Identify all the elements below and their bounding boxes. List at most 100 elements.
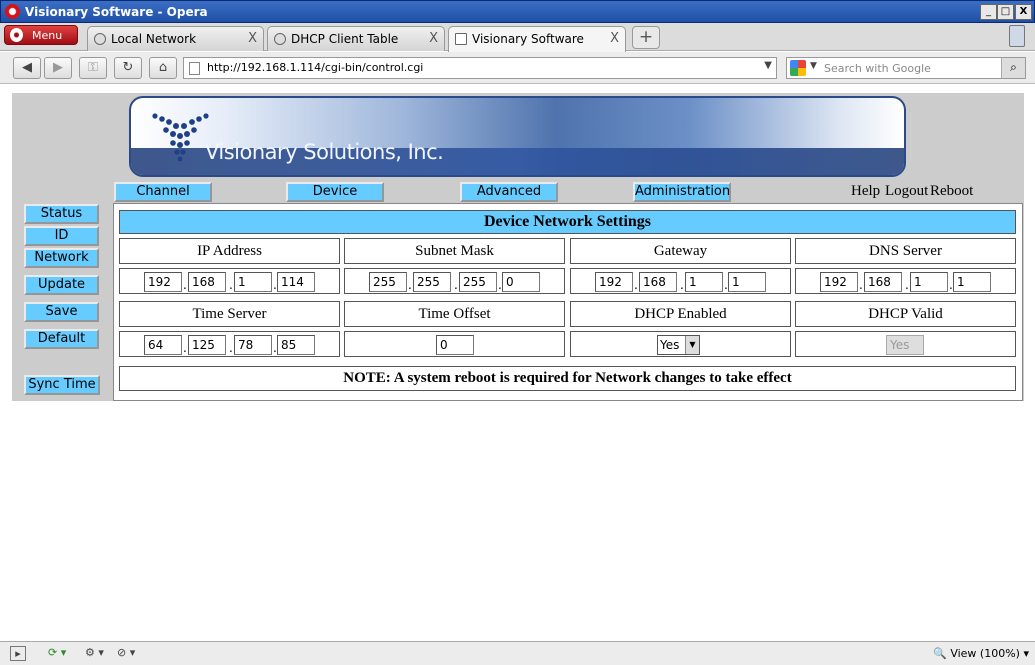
subnet-octet-3[interactable]: 255 bbox=[459, 272, 497, 292]
tab-bar: Menu Local Network X DHCP Client Table X… bbox=[0, 23, 1035, 52]
dhcp-valid-input: Yes bbox=[886, 335, 924, 355]
url-text[interactable]: http://192.168.1.114/cgi-bin/control.cgi bbox=[207, 61, 423, 74]
save-button[interactable]: Save bbox=[24, 302, 99, 322]
reboot-link[interactable]: Reboot bbox=[930, 183, 973, 200]
dns-octet-2[interactable]: 168 bbox=[864, 272, 902, 292]
gateway-label: Gateway bbox=[570, 238, 791, 264]
company-name: Visionary Solutions, Inc. bbox=[205, 140, 444, 164]
company-banner: Visionary Solutions, Inc. bbox=[129, 96, 906, 177]
tab-label: Visionary Software bbox=[472, 32, 584, 46]
dns-server-label: DNS Server bbox=[795, 238, 1016, 264]
maximize-button[interactable]: □ bbox=[997, 4, 1014, 20]
nav-tab-channel[interactable]: Channel bbox=[114, 182, 212, 202]
browser-toolbar: ◀ ▶ ⚿ ↻ ⌂ http://192.168.1.114/cgi-bin/c… bbox=[0, 52, 1035, 84]
nav-tab-advanced[interactable]: Advanced bbox=[460, 182, 558, 202]
close-window-button[interactable]: X bbox=[1015, 4, 1032, 20]
ip-address-field: 192 . 168 . 1 . 114 bbox=[119, 268, 340, 294]
google-icon[interactable] bbox=[790, 60, 806, 76]
dns-server-field: 192 . 168 . 1 . 1 bbox=[795, 268, 1016, 294]
gateway-field: 192 . 168 . 1 . 1 bbox=[570, 268, 791, 294]
close-tab-icon[interactable]: X bbox=[248, 31, 257, 46]
ip-address-label: IP Address bbox=[119, 238, 340, 264]
logout-link[interactable]: Logout bbox=[885, 183, 928, 200]
octet-separator: . bbox=[680, 278, 684, 292]
time-server-octet-4[interactable]: 85 bbox=[277, 335, 315, 355]
gateway-octet-4[interactable]: 1 bbox=[728, 272, 766, 292]
window-title: Visionary Software - Opera bbox=[25, 5, 208, 19]
opera-logo-icon bbox=[5, 4, 20, 19]
tab-label: DHCP Client Table bbox=[291, 32, 399, 46]
home-button[interactable]: ⌂ bbox=[149, 57, 177, 79]
dhcp-valid-label: DHCP Valid bbox=[795, 301, 1016, 327]
subnet-octet-4[interactable]: 0 bbox=[502, 272, 540, 292]
opera-menu-button[interactable]: Menu bbox=[4, 25, 78, 45]
help-link[interactable]: Help bbox=[851, 183, 880, 200]
tab-visionary-software[interactable]: Visionary Software X bbox=[448, 26, 626, 52]
forward-button[interactable]: ▶ bbox=[44, 57, 72, 79]
trash-icon[interactable] bbox=[1009, 25, 1025, 47]
dhcp-enabled-label: DHCP Enabled bbox=[570, 301, 791, 327]
window-titlebar: Visionary Software - Opera _ □ X bbox=[0, 0, 1035, 23]
time-offset-input[interactable]: 0 bbox=[436, 335, 474, 355]
dns-octet-4[interactable]: 1 bbox=[953, 272, 991, 292]
tab-dhcp-client-table[interactable]: DHCP Client Table X bbox=[267, 26, 445, 51]
network-icon[interactable]: ⚙ ▾ bbox=[85, 646, 104, 661]
time-server-octet-3[interactable]: 78 bbox=[234, 335, 272, 355]
reload-button[interactable]: ↻ bbox=[114, 57, 142, 79]
ip-octet-1[interactable]: 192 bbox=[144, 272, 182, 292]
time-server-octet-1[interactable]: 64 bbox=[144, 335, 182, 355]
dhcp-enabled-value: Yes bbox=[660, 338, 680, 352]
key-icon[interactable]: ⚿ bbox=[79, 57, 107, 79]
zoom-level[interactable]: 🔍 View (100%) ▾ bbox=[933, 647, 1029, 660]
subnet-mask-field: 255 . 255 . 255 . 0 bbox=[344, 268, 565, 294]
gateway-octet-3[interactable]: 1 bbox=[685, 272, 723, 292]
globe-icon bbox=[274, 33, 286, 45]
back-button[interactable]: ◀ bbox=[13, 57, 41, 79]
id-button[interactable]: ID bbox=[24, 226, 99, 246]
octet-separator: . bbox=[183, 341, 187, 355]
minimize-button[interactable]: _ bbox=[980, 4, 997, 20]
time-server-octet-2[interactable]: 125 bbox=[188, 335, 226, 355]
settings-icon[interactable]: ⊘ ▾ bbox=[117, 646, 135, 661]
subnet-mask-label: Subnet Mask bbox=[344, 238, 565, 264]
nav-tab-administration[interactable]: Administration bbox=[633, 182, 731, 202]
ip-octet-3[interactable]: 1 bbox=[234, 272, 272, 292]
subnet-octet-1[interactable]: 255 bbox=[369, 272, 407, 292]
dhcp-enabled-select[interactable]: Yes ▼ bbox=[657, 335, 700, 355]
dhcp-enabled-field: Yes ▼ bbox=[570, 331, 791, 357]
search-bar[interactable]: ▼ Search with Google ⌕ bbox=[786, 57, 1026, 79]
gateway-octet-1[interactable]: 192 bbox=[595, 272, 633, 292]
company-logo-icon bbox=[152, 113, 209, 162]
subnet-octet-2[interactable]: 255 bbox=[413, 272, 451, 292]
search-input[interactable]: Search with Google bbox=[824, 62, 931, 75]
menu-label: Menu bbox=[32, 29, 63, 42]
chevron-down-icon[interactable]: ▼ bbox=[764, 60, 772, 71]
sync-time-button[interactable]: Sync Time bbox=[24, 375, 100, 395]
network-settings-panel: Device Network Settings IP Address Subne… bbox=[113, 203, 1023, 401]
octet-separator: . bbox=[454, 278, 458, 292]
close-tab-icon[interactable]: X bbox=[429, 31, 438, 46]
new-tab-button[interactable]: + bbox=[632, 26, 660, 49]
sync-icon[interactable]: ⟳ ▾ bbox=[48, 646, 66, 661]
search-icon[interactable]: ⌕ bbox=[1001, 58, 1025, 78]
dns-octet-1[interactable]: 192 bbox=[820, 272, 858, 292]
octet-separator: . bbox=[408, 278, 412, 292]
close-tab-icon[interactable]: X bbox=[610, 31, 619, 46]
default-button[interactable]: Default bbox=[24, 329, 99, 349]
update-button[interactable]: Update bbox=[24, 275, 99, 295]
chevron-down-icon[interactable]: ▼ bbox=[810, 61, 817, 71]
panel-toggle-icon[interactable]: ▸ bbox=[10, 646, 26, 661]
status-button[interactable]: Status bbox=[24, 204, 99, 224]
octet-separator: . bbox=[183, 278, 187, 292]
gateway-octet-2[interactable]: 168 bbox=[639, 272, 677, 292]
ip-octet-4[interactable]: 114 bbox=[277, 272, 315, 292]
network-button[interactable]: Network bbox=[24, 248, 99, 268]
chevron-down-icon[interactable]: ▼ bbox=[685, 336, 699, 354]
nav-tab-device[interactable]: Device bbox=[286, 182, 384, 202]
device-config-page: Visionary Solutions, Inc. Channel Device… bbox=[12, 93, 1024, 401]
ip-octet-2[interactable]: 168 bbox=[188, 272, 226, 292]
address-bar[interactable]: http://192.168.1.114/cgi-bin/control.cgi… bbox=[183, 57, 777, 79]
tab-local-network[interactable]: Local Network X bbox=[87, 26, 264, 51]
dhcp-valid-field: Yes bbox=[795, 331, 1016, 357]
dns-octet-3[interactable]: 1 bbox=[910, 272, 948, 292]
